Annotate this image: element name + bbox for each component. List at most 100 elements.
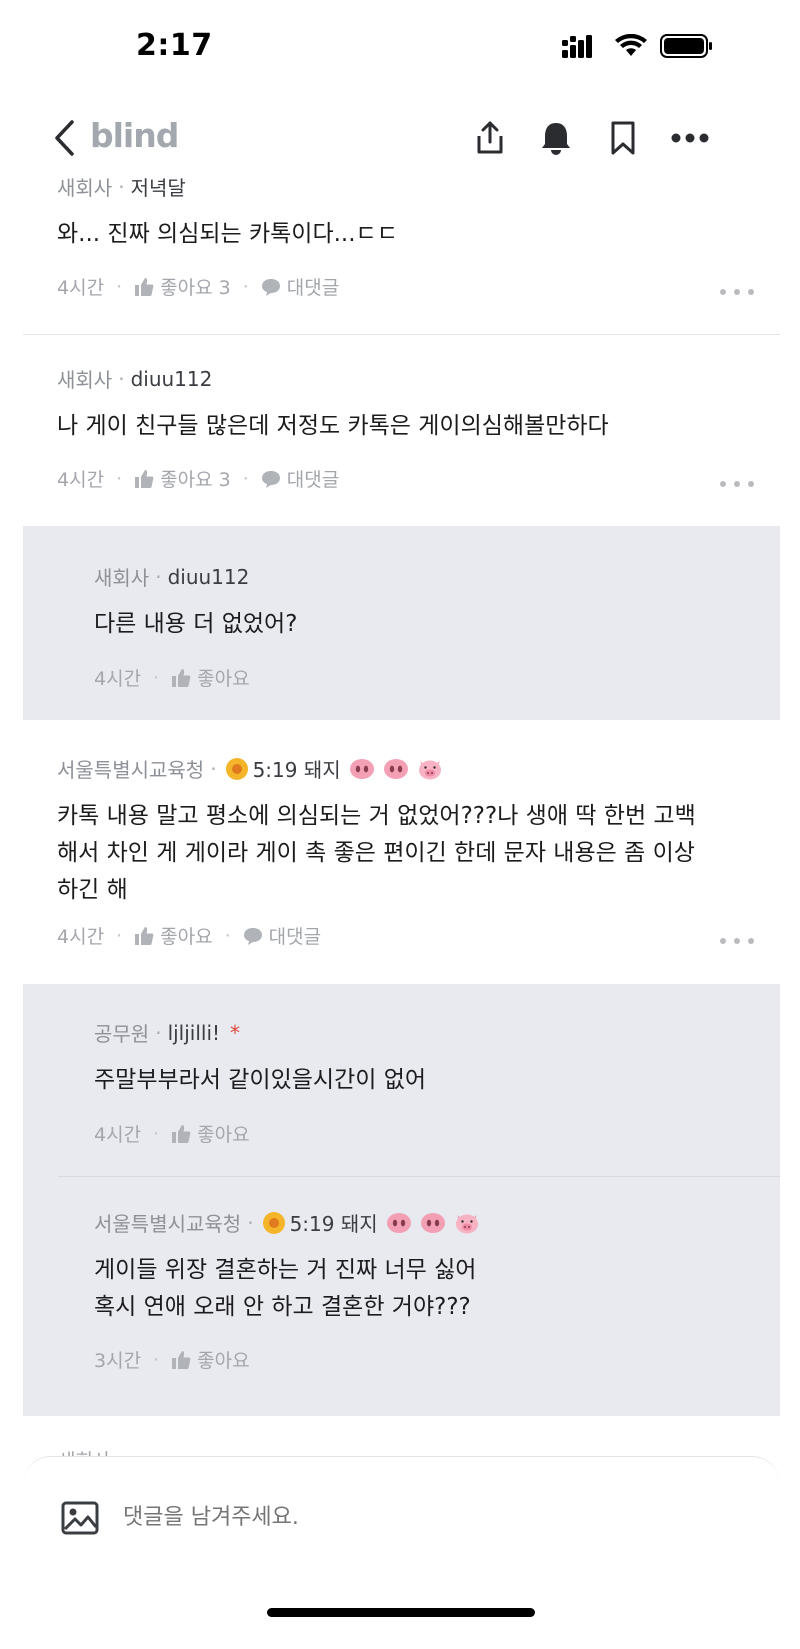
user-badge: 5:19 돼지: [262, 1208, 480, 1237]
nickname[interactable]: 5:19 돼지: [253, 754, 341, 783]
thumbs-up-icon: [172, 1124, 191, 1143]
company-name[interactable]: 서울특별시교육청: [57, 754, 204, 783]
comment-text-line: 게이들 위장 결혼하는 거 진짜 너무 싫어: [94, 1257, 477, 1283]
back-button[interactable]: [52, 118, 86, 158]
meta-separator: ·: [118, 366, 125, 391]
comment-text-line: 와... 진짜 의심되는 카톡이다...ㄷㄷ: [57, 221, 398, 247]
company-name[interactable]: 새회사: [57, 364, 112, 393]
company-name[interactable]: 새회사: [57, 172, 112, 201]
thumbs-up-icon: [172, 668, 191, 687]
comment-text-line: 혹시 연애 오래 안 하고 결혼한 거야???: [94, 1294, 471, 1320]
reply-item: 새회사 · diuu112 다른 내용 더 없었어? 4시간 · 좋아요: [23, 526, 780, 720]
comment-meta: 새회사 · 저녁달: [57, 172, 186, 201]
meta-separator: ·: [210, 756, 217, 781]
wifi-icon: [615, 34, 647, 56]
blind-logo[interactable]: blind: [90, 116, 179, 155]
comment-time: 4시간: [94, 668, 142, 690]
like-label: 좋아요: [197, 1350, 250, 1372]
comment-meta: 새회사 · diuu112: [94, 562, 249, 591]
sunflower-icon: [225, 757, 248, 780]
like-button[interactable]: 좋아요: [171, 664, 250, 691]
chevron-left-icon: [55, 120, 74, 156]
comment-more-button[interactable]: [720, 931, 754, 951]
like-button[interactable]: 좋아요: [171, 1346, 250, 1373]
comment-text: 카톡 내용 말고 평소에 의심되는 거 없었어???나 생애 딱 한번 고백 해…: [57, 798, 696, 909]
company-name[interactable]: 서울특별시교육청: [94, 1208, 241, 1237]
thumbs-up-icon: [172, 1350, 191, 1369]
meta-separator: ·: [155, 564, 162, 589]
comment-text: 주말부부라서 같이있을시간이 없어: [94, 1062, 426, 1099]
sunflower-icon: [262, 1211, 285, 1234]
comment-meta: 서울특별시교육청 · 5:19 돼지: [57, 754, 443, 783]
comment-more-button[interactable]: [720, 282, 754, 302]
comment-meta: 서울특별시교육청 · 5:19 돼지: [94, 1208, 480, 1237]
reply-button[interactable]: 대댓글: [261, 273, 339, 300]
reply-thread: 공무원 · ljljilli! * 주말부부라서 같이있을시간이 없어 4시간 …: [23, 984, 780, 1416]
home-indicator[interactable]: [267, 1608, 535, 1617]
nickname[interactable]: diuu112: [168, 565, 250, 589]
like-button[interactable]: 좋아요: [134, 922, 213, 949]
company-name[interactable]: 공무원: [94, 1018, 149, 1047]
nickname[interactable]: 저녁달: [131, 172, 186, 201]
user-badge: 5:19 돼지: [225, 754, 443, 783]
nickname[interactable]: ljljilli!: [168, 1021, 220, 1045]
comment-text-line: 나 게이 친구들 많은데 저정도 카톡은 게이의심해볼만하다: [57, 413, 609, 439]
comment-divider: [23, 334, 780, 335]
image-icon: [61, 1501, 99, 1535]
like-button[interactable]: 좋아요 3: [134, 273, 231, 300]
next-comment-peek: 새회사: [58, 1446, 110, 1456]
comment-time: 3시간: [94, 1350, 142, 1372]
speech-bubble-icon: [261, 470, 280, 488]
comment-actions: 4시간 · 좋아요: [94, 664, 250, 691]
reply-button[interactable]: 대댓글: [261, 465, 339, 492]
like-label: 좋아요 3: [160, 277, 231, 299]
company-name[interactable]: 새회사: [94, 562, 149, 591]
comment-meta: 새회사 · diuu112: [57, 364, 212, 393]
notification-button[interactable]: [534, 116, 578, 160]
status-icons: [562, 34, 714, 58]
meta-separator: ·: [247, 1210, 254, 1235]
meta-separator: ·: [155, 1020, 162, 1045]
reply-label: 대댓글: [286, 469, 340, 491]
comment-text-line: 하긴 해: [57, 877, 128, 903]
like-label: 좋아요 3: [160, 469, 231, 491]
attach-image-button[interactable]: [61, 1501, 99, 1535]
comment-text-line: 해서 차인 게 게이라 게이 촉 좋은 편이긴 한데 문자 내용은 좀 이상: [57, 840, 695, 866]
meta-separator: ·: [118, 174, 125, 199]
comment-actions: 4시간 · 좋아요: [94, 1120, 250, 1147]
comment-actions: 4시간 · 좋아요 · 대댓글: [57, 922, 321, 949]
comment-text: 와... 진짜 의심되는 카톡이다...ㄷㄷ: [57, 216, 398, 253]
reply-label: 대댓글: [286, 277, 340, 299]
comment-input[interactable]: [123, 1497, 683, 1537]
pig-face-icon: [455, 1214, 478, 1233]
pig-nose-icon: [349, 758, 374, 779]
pig-face-icon: [418, 760, 441, 779]
bell-icon: [542, 123, 570, 155]
more-horizontal-icon: [671, 133, 709, 143]
comment-more-button[interactable]: [720, 474, 754, 494]
like-label: 좋아요: [197, 668, 250, 690]
comment-text-line: 다른 내용 더 없었어?: [94, 611, 298, 637]
comment-text-line: 카톡 내용 말고 평소에 의심되는 거 없었어???나 생애 딱 한번 고백: [57, 803, 696, 829]
like-button[interactable]: 좋아요: [171, 1120, 250, 1147]
pig-nose-icon: [383, 758, 408, 779]
more-options-button[interactable]: [668, 116, 712, 160]
comment-text: 나 게이 친구들 많은데 저정도 카톡은 게이의심해볼만하다: [57, 408, 609, 445]
nickname[interactable]: 5:19 돼지: [290, 1208, 378, 1237]
nickname[interactable]: diuu112: [131, 367, 213, 391]
pig-nose-icon: [386, 1212, 411, 1233]
comment-time: 4시간: [57, 277, 105, 299]
bookmark-button[interactable]: [601, 116, 645, 160]
comment-compose-bar: [23, 1456, 780, 1649]
bookmark-icon: [611, 121, 635, 155]
comment-time: 4시간: [57, 926, 105, 948]
status-bar: 2:17: [0, 0, 800, 96]
like-button[interactable]: 좋아요 3: [134, 465, 231, 492]
comment-text-line: 주말부부라서 같이있을시간이 없어: [94, 1067, 427, 1093]
cellular-signal-icon: [562, 35, 592, 58]
share-icon: [477, 121, 503, 154]
like-label: 좋아요: [160, 926, 213, 948]
like-label: 좋아요: [197, 1124, 250, 1146]
share-button[interactable]: [468, 116, 512, 160]
reply-button[interactable]: 대댓글: [243, 922, 321, 949]
